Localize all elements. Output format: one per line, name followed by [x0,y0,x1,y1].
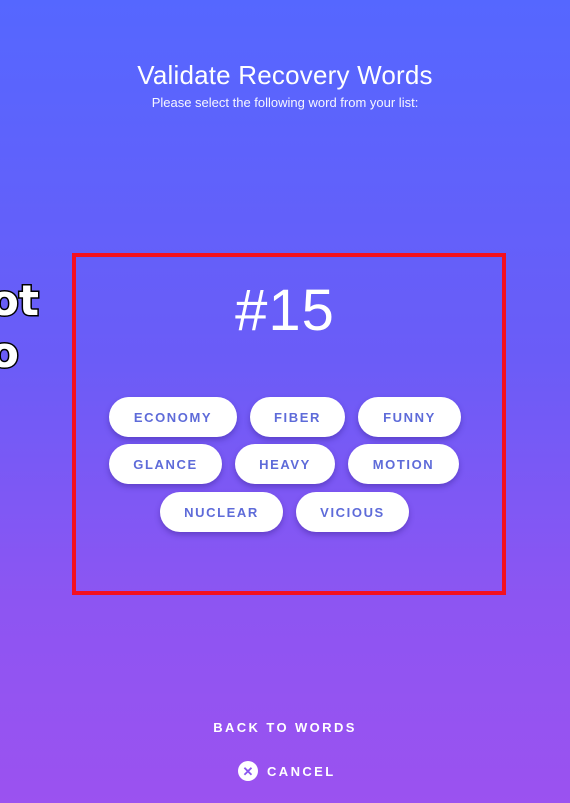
word-option-fiber[interactable]: FIBER [250,397,345,437]
word-option-heavy[interactable]: HEAVY [235,444,335,484]
word-option-glance[interactable]: GLANCE [109,444,222,484]
word-option-vicious[interactable]: VICIOUS [296,492,409,532]
word-number: #15 [235,278,335,343]
page-subtitle: Please select the following word from yo… [151,95,419,110]
close-icon: ✕ [238,761,258,781]
back-to-words-link[interactable]: BACK TO WORDS [0,720,570,735]
word-option-nuclear[interactable]: NUCLEAR [160,492,283,532]
cancel-label: CANCEL [267,763,336,779]
word-option-economy[interactable]: ECONOMY [109,397,237,437]
word-option-motion[interactable]: MOTION [348,444,459,484]
word-option-funny[interactable]: FUNNY [358,397,461,437]
page-title: Validate Recovery Words [137,60,433,90]
cancel-button[interactable]: ✕ CANCEL [238,761,336,781]
